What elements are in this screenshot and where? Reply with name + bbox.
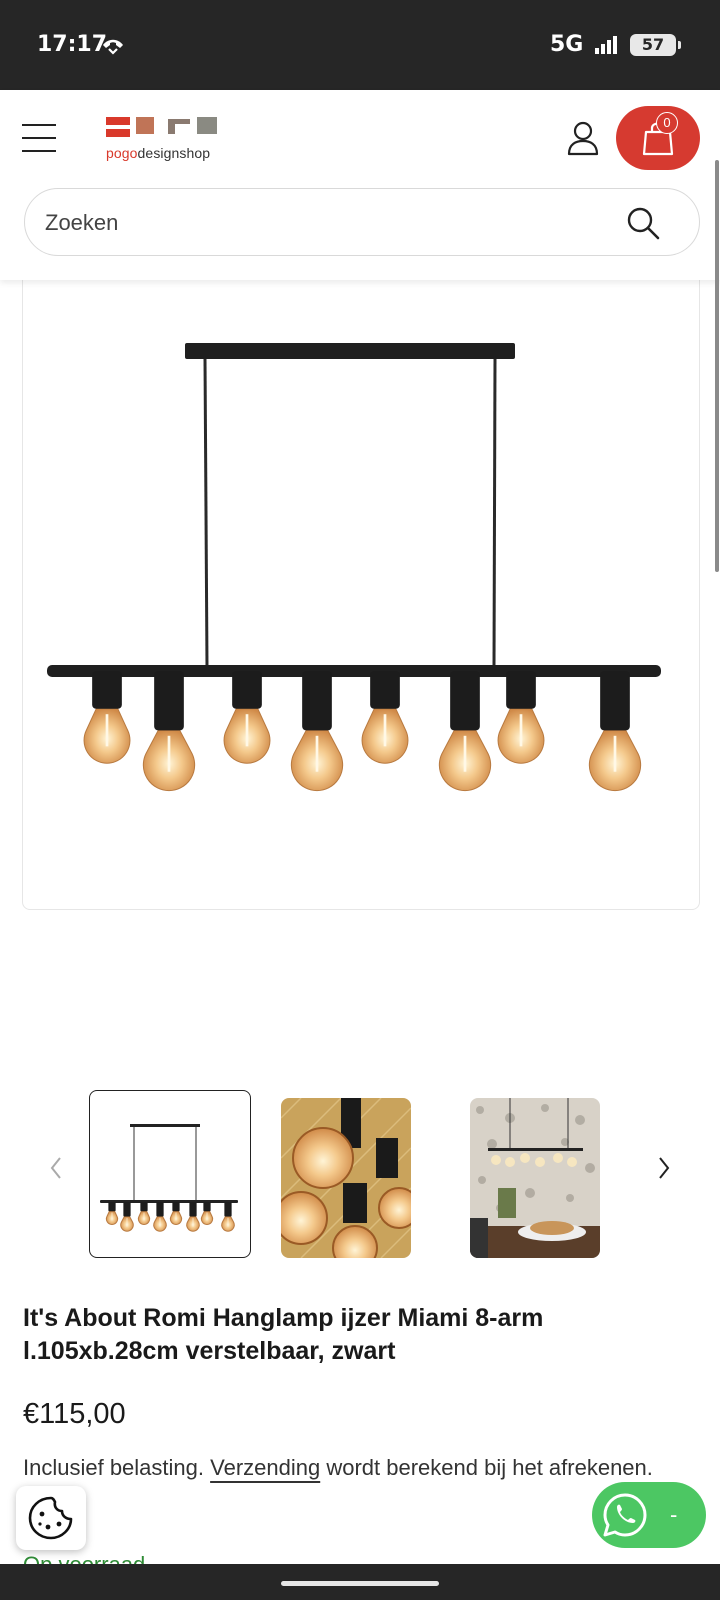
thumbnail-2[interactable] [281, 1098, 411, 1258]
cart-button[interactable]: 0 [616, 106, 700, 170]
shipping-link[interactable]: Verzending [210, 1455, 320, 1480]
lamp-bulb [120, 1202, 134, 1232]
thumbnail-1[interactable] [89, 1090, 251, 1258]
cart-count-badge: 0 [656, 112, 678, 134]
product-price: €115,00 [23, 1398, 126, 1430]
logo[interactable]: pogodesignshop [106, 115, 236, 165]
search-bar [24, 188, 700, 256]
site-header: pogodesignshop 0 [0, 90, 720, 280]
menu-icon [22, 124, 56, 126]
thumbnail-lamp-image [100, 1124, 238, 1232]
lamp-bulb [221, 1202, 235, 1232]
logo-text: pogodesignshop [106, 145, 211, 161]
cookie-settings-button[interactable] [16, 1486, 86, 1550]
lamp-bulb [588, 671, 642, 792]
whatsapp-icon [603, 1493, 647, 1537]
account-icon[interactable] [566, 120, 600, 156]
whatsapp-chat-button[interactable]: - [592, 1482, 706, 1548]
product-title: It's About Romi Hanglamp ijzer Miami 8-a… [23, 1304, 544, 1365]
network-type: 5G [550, 32, 584, 57]
thumbnail-carousel [0, 1090, 720, 1260]
lamp-bulb [200, 1202, 214, 1226]
lamp-bulb [290, 671, 344, 792]
search-icon[interactable] [625, 205, 661, 241]
tax-note-prefix: Inclusief belasting. [23, 1455, 204, 1480]
pendant-lamp-image [47, 343, 661, 792]
home-gesture-handle[interactable] [281, 1581, 439, 1586]
product-main-image[interactable] [22, 250, 700, 910]
lamp-bulb [186, 1202, 200, 1232]
cookie-icon [28, 1496, 73, 1540]
thumbnail-interior-image [470, 1098, 600, 1258]
logo-mark [106, 117, 217, 137]
status-bar: 17:17 5G 57 [0, 0, 720, 90]
lamp-bulb [137, 1202, 151, 1226]
tax-shipping-note: Inclusief belasting. Verzending wordt be… [23, 1450, 683, 1486]
thumbnail-bulb-closeup-image [281, 1098, 411, 1258]
signal-icon [595, 36, 617, 54]
thumbnail-3[interactable] [470, 1098, 600, 1258]
menu-button[interactable] [22, 124, 56, 154]
lamp-bulb [497, 671, 545, 764]
lamp-bulb [142, 671, 196, 792]
status-time: 17:17 [37, 32, 108, 57]
lamp-bulb [83, 671, 131, 764]
lamp-bulb [105, 1202, 119, 1226]
lamp-bulb [223, 671, 271, 764]
lamp-bulb [153, 1202, 167, 1232]
lamp-bulb [169, 1202, 183, 1226]
battery-indicator: 57 [630, 34, 681, 56]
search-input[interactable] [45, 203, 605, 243]
lamp-bulb [361, 671, 409, 764]
whatsapp-label: - [670, 1502, 678, 1527]
call-forward-icon [103, 39, 123, 55]
chevron-left-icon[interactable] [44, 1150, 68, 1186]
page-scrollbar[interactable] [715, 160, 719, 572]
system-nav-bar [0, 1564, 720, 1600]
tax-note-suffix: wordt berekend bij het afrekenen. [326, 1455, 653, 1480]
lamp-bulb [438, 671, 492, 792]
chevron-right-icon[interactable] [652, 1150, 676, 1186]
